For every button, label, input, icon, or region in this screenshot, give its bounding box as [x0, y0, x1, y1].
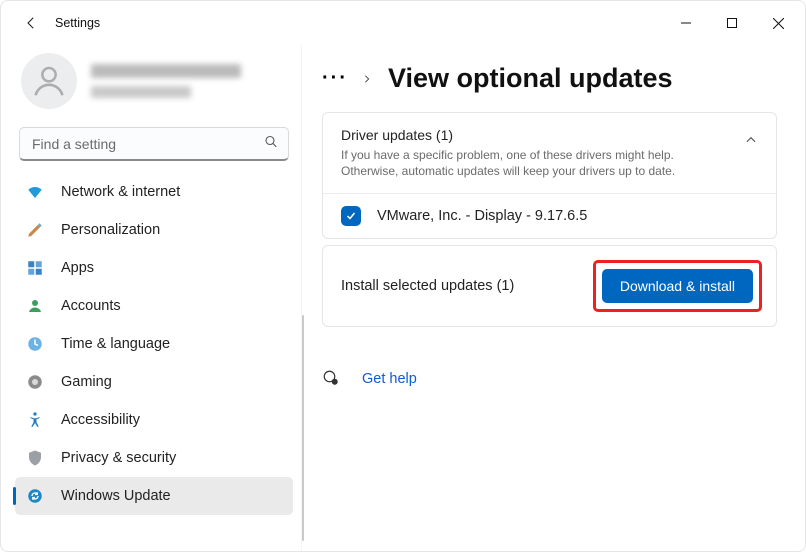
gaming-icon: [25, 372, 45, 392]
apps-icon: [25, 258, 45, 278]
maximize-button[interactable]: [709, 8, 755, 38]
nav-label: Network & internet: [61, 184, 180, 200]
sidebar: Network & internet Personalization Apps …: [1, 45, 301, 551]
sidebar-item-personalization[interactable]: Personalization: [15, 211, 293, 249]
nav-label: Gaming: [61, 374, 112, 390]
breadcrumb: ··· View optional updates: [322, 63, 777, 94]
driver-update-label: VMware, Inc. - Display - 9.17.6.5: [377, 208, 587, 224]
brush-icon: [25, 220, 45, 240]
driver-updates-header[interactable]: Driver updates (1) If you have a specifi…: [323, 113, 776, 193]
search-icon: [263, 134, 279, 155]
globe-clock-icon: [25, 334, 45, 354]
main-content: ··· View optional updates Driver updates…: [301, 45, 805, 551]
scroll-indicator[interactable]: [302, 315, 304, 541]
search-input[interactable]: [19, 127, 289, 161]
profile-name: [91, 64, 241, 98]
close-button[interactable]: [755, 8, 801, 38]
nav-label: Apps: [61, 260, 94, 276]
sidebar-item-accounts[interactable]: Accounts: [15, 287, 293, 325]
download-install-button[interactable]: Download & install: [602, 269, 753, 303]
nav-label: Privacy & security: [61, 450, 176, 466]
get-help-row: ? Get help: [322, 369, 777, 389]
get-help-link[interactable]: Get help: [362, 371, 417, 387]
sidebar-item-privacy-security[interactable]: Privacy & security: [15, 439, 293, 477]
sidebar-item-network[interactable]: Network & internet: [15, 173, 293, 211]
profile-block[interactable]: [15, 45, 293, 127]
card-title: Driver updates (1): [341, 127, 734, 143]
nav-label: Accounts: [61, 298, 121, 314]
wifi-icon: [25, 182, 45, 202]
install-card: Install selected updates (1) Download & …: [322, 245, 777, 327]
nav-label: Windows Update: [61, 488, 171, 504]
sidebar-item-gaming[interactable]: Gaming: [15, 363, 293, 401]
minimize-button[interactable]: [663, 8, 709, 38]
nav-label: Time & language: [61, 336, 170, 352]
highlight-annotation: Download & install: [593, 260, 762, 312]
titlebar: Settings: [1, 1, 805, 45]
search-box: [19, 127, 289, 161]
chevron-up-icon[interactable]: [744, 133, 758, 147]
refresh-icon: [25, 486, 45, 506]
nav-label: Accessibility: [61, 412, 140, 428]
person-icon: [25, 296, 45, 316]
sidebar-item-accessibility[interactable]: Accessibility: [15, 401, 293, 439]
breadcrumb-more-icon[interactable]: ···: [322, 67, 348, 90]
sidebar-item-apps[interactable]: Apps: [15, 249, 293, 287]
nav-label: Personalization: [61, 222, 160, 238]
avatar: [21, 53, 77, 109]
accessibility-icon: [25, 410, 45, 430]
sidebar-item-windows-update[interactable]: Windows Update: [15, 477, 293, 515]
checkbox-checked[interactable]: [341, 206, 361, 226]
card-subtitle: If you have a specific problem, one of t…: [341, 147, 701, 179]
driver-updates-card: Driver updates (1) If you have a specifi…: [322, 112, 777, 239]
driver-update-item[interactable]: VMware, Inc. - Display - 9.17.6.5: [323, 193, 776, 238]
window-controls: [663, 8, 801, 38]
shield-icon: [25, 448, 45, 468]
chevron-right-icon: [362, 71, 372, 87]
page-title: View optional updates: [388, 63, 673, 94]
install-label: Install selected updates (1): [341, 278, 593, 294]
nav-list: Network & internet Personalization Apps …: [15, 173, 293, 515]
sidebar-item-time-language[interactable]: Time & language: [15, 325, 293, 363]
back-button[interactable]: [19, 11, 43, 35]
help-icon: ?: [322, 369, 342, 389]
app-title: Settings: [55, 16, 100, 30]
